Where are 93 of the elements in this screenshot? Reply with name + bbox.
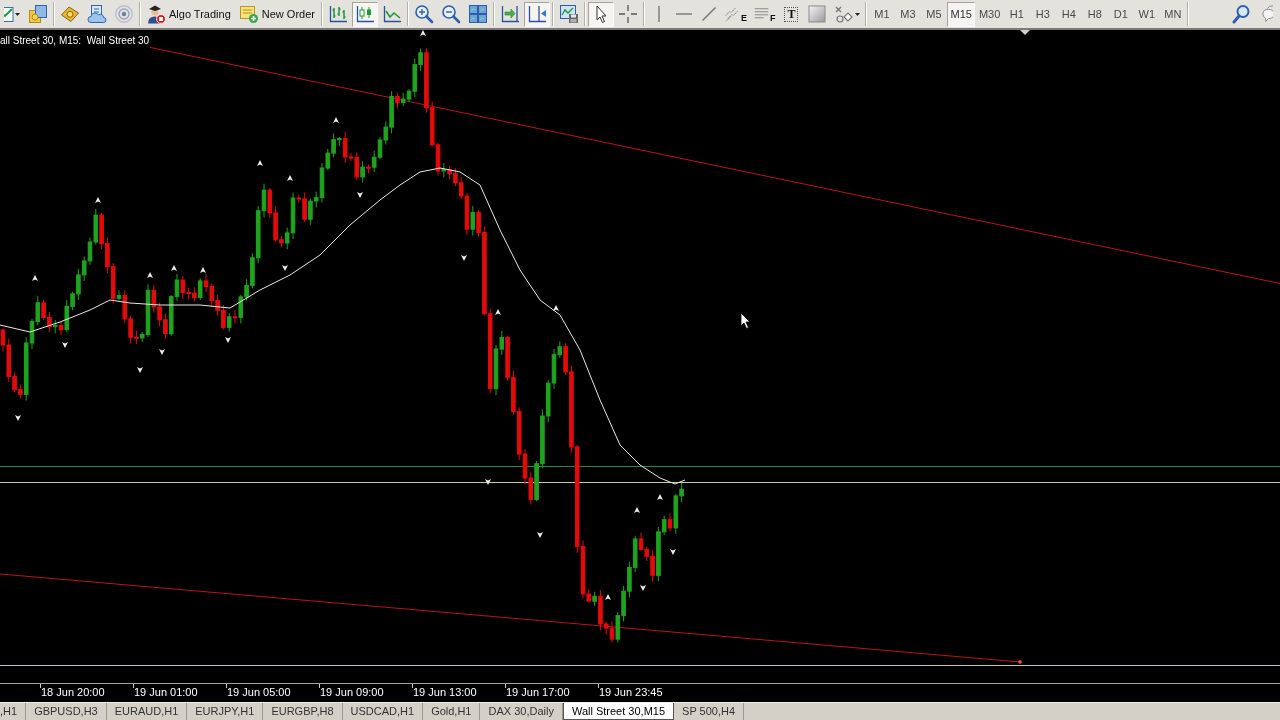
chart-window-icon bbox=[4, 4, 14, 24]
chart-tab[interactable]: Gold,H1 bbox=[423, 703, 481, 720]
chart-tab[interactable]: DAX 30,Daily bbox=[480, 703, 563, 720]
chat-bubbles-icon bbox=[1261, 4, 1273, 24]
text-tool-button[interactable]: T bbox=[779, 1, 804, 27]
down-arrow-icon bbox=[282, 265, 288, 271]
axes-arrow-right-icon bbox=[499, 4, 520, 24]
chart-tab[interactable]: SP 500,H4 bbox=[674, 703, 745, 720]
timeframe-button[interactable]: M15 bbox=[947, 1, 975, 27]
time-axis-label: 18 Jun 20:00 bbox=[41, 685, 105, 700]
chart-tab[interactable]: EURJPY,H1 bbox=[187, 703, 264, 720]
document-plus-icon bbox=[238, 4, 259, 24]
caret-icon bbox=[15, 12, 20, 16]
chart-tab[interactable]: EURAUD,H1 bbox=[106, 703, 188, 720]
axes-arrow-left-icon bbox=[526, 4, 547, 24]
up-arrow-icon bbox=[200, 267, 206, 273]
up-arrow-icon bbox=[287, 175, 293, 181]
timeframe-button[interactable]: H3 bbox=[1030, 1, 1056, 27]
coin-tag-icon bbox=[60, 4, 80, 24]
concentric-rings-icon bbox=[114, 4, 134, 24]
time-axis-label: 19 Jun 17:00 bbox=[506, 685, 570, 700]
up-arrow-icon bbox=[95, 197, 101, 203]
trend-line-icon bbox=[701, 7, 716, 21]
chart-title: all Street 30, M15: Wall Street 30 bbox=[0, 35, 150, 47]
up-arrow-icon bbox=[32, 275, 38, 281]
shapes-icon bbox=[834, 4, 855, 24]
bar-chart-icon bbox=[327, 4, 348, 24]
chart-tab[interactable]: Wall Street 30,M15 bbox=[562, 703, 675, 720]
tile-windows-icon bbox=[467, 4, 488, 24]
timeframe-button[interactable]: M3 bbox=[895, 1, 921, 27]
down-arrow-icon bbox=[62, 342, 68, 348]
up-arrow-icon bbox=[605, 594, 611, 600]
down-arrow-icon bbox=[137, 367, 143, 373]
timeframe-button[interactable]: H8 bbox=[1082, 1, 1108, 27]
up-arrow-icon bbox=[333, 117, 339, 123]
timeframe-button[interactable]: M5 bbox=[921, 1, 947, 27]
down-arrow-icon bbox=[461, 255, 467, 261]
timeframe-button[interactable]: MN bbox=[1160, 1, 1186, 27]
up-arrow-icon bbox=[495, 309, 501, 315]
documents-icon bbox=[28, 4, 48, 24]
timeframe-button[interactable]: D1 bbox=[1108, 1, 1134, 27]
search-icon bbox=[1231, 4, 1251, 24]
down-arrow-icon bbox=[15, 415, 21, 421]
line-chart-icon bbox=[381, 4, 402, 24]
caret-icon bbox=[855, 12, 861, 16]
rectangle-icon bbox=[807, 4, 828, 24]
down-arrow-icon bbox=[225, 337, 231, 343]
chart-tab[interactable]: GBPUSD,H3 bbox=[26, 703, 107, 720]
down-arrow-icon bbox=[670, 549, 676, 555]
crosshair-icon bbox=[617, 4, 638, 24]
up-arrow-icon bbox=[634, 507, 640, 513]
up-arrow-icon bbox=[420, 30, 426, 36]
down-arrow-icon bbox=[640, 585, 646, 591]
autoscroll-button[interactable] bbox=[523, 1, 550, 27]
chart-tab[interactable]: USDCAD,H1 bbox=[342, 703, 424, 720]
level-lines-button[interactable]: F bbox=[750, 1, 779, 27]
chart-disk-icon bbox=[558, 4, 579, 24]
vertical-line-icon bbox=[656, 6, 661, 22]
zoom-in-icon bbox=[413, 4, 434, 24]
candlestick-chart-button[interactable] bbox=[351, 1, 378, 27]
up-arrow-icon bbox=[171, 265, 177, 271]
timeframe-button[interactable]: W1 bbox=[1134, 1, 1160, 27]
up-arrow-icon bbox=[553, 305, 559, 311]
up-arrow-icon bbox=[257, 160, 263, 166]
timeframe-button[interactable]: H4 bbox=[1056, 1, 1082, 27]
down-arrow-icon bbox=[357, 192, 363, 198]
up-arrow-icon bbox=[657, 494, 663, 500]
person-stop-icon bbox=[146, 4, 166, 24]
algo-trading-button[interactable]: Algo Trading bbox=[143, 1, 235, 27]
cloud-document-icon bbox=[87, 4, 107, 24]
channel-lines-icon bbox=[724, 5, 740, 23]
time-axis-label: 19 Jun 23:45 bbox=[599, 685, 663, 700]
triangle-marker-icon bbox=[1020, 30, 1030, 35]
timeframe-button[interactable]: M30 bbox=[975, 1, 1004, 27]
channel-lines-button[interactable]: E bbox=[721, 1, 750, 27]
time-axis-label: 19 Jun 13:00 bbox=[413, 685, 477, 700]
time-axis-label: 19 Jun 05:00 bbox=[227, 685, 291, 700]
chart-tab[interactable]: ,H1 bbox=[0, 703, 27, 720]
cursor-button[interactable] bbox=[587, 1, 614, 27]
time-axis-label: 19 Jun 01:00 bbox=[134, 685, 198, 700]
new-order-button[interactable]: New Order bbox=[235, 1, 319, 27]
chart-tab[interactable]: EURGBP,H8 bbox=[263, 703, 343, 720]
down-arrow-icon bbox=[159, 349, 165, 355]
up-arrow-icon bbox=[147, 272, 153, 278]
down-arrow-icon bbox=[537, 532, 543, 538]
horizontal-line-icon bbox=[675, 12, 692, 16]
mouse-pointer-icon bbox=[740, 312, 751, 329]
timeframe-button[interactable]: H1 bbox=[1004, 1, 1030, 27]
zoom-out-icon bbox=[440, 4, 461, 24]
candlestick-chart-icon bbox=[354, 4, 375, 24]
timeframe-button[interactable]: M1 bbox=[869, 1, 895, 27]
down-arrow-icon bbox=[485, 479, 491, 485]
time-axis-label: 19 Jun 09:00 bbox=[320, 685, 384, 700]
